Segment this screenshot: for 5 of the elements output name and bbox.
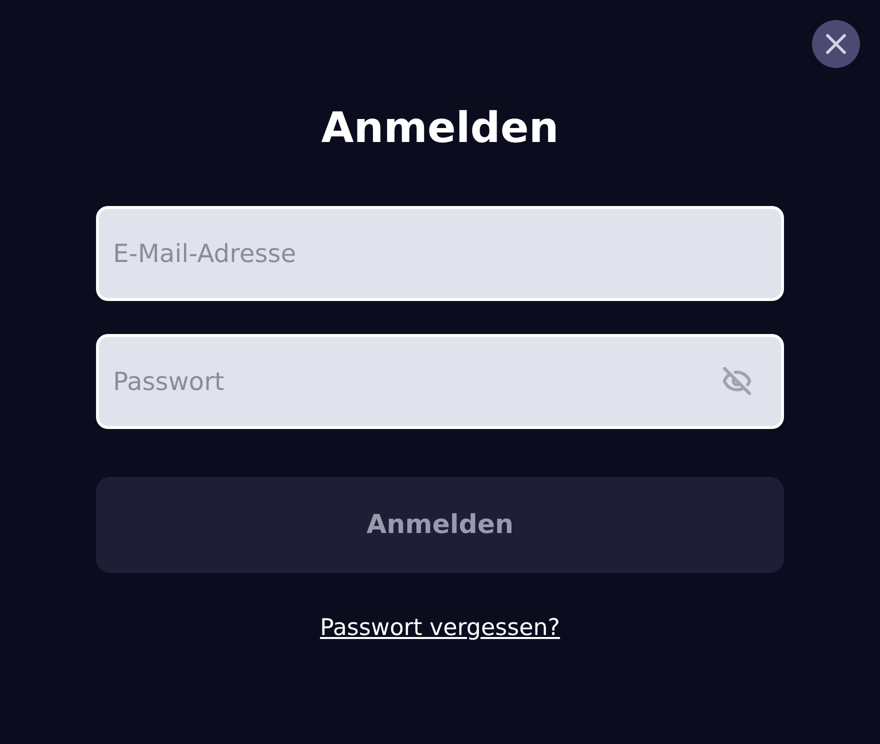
password-field[interactable]: Passwort [96, 334, 784, 429]
forgot-password-link[interactable]: Passwort vergessen? [320, 611, 560, 646]
email-field[interactable]: E-Mail-Adresse [96, 206, 784, 301]
dialog-title: Anmelden [321, 102, 559, 154]
close-button[interactable] [812, 20, 860, 68]
